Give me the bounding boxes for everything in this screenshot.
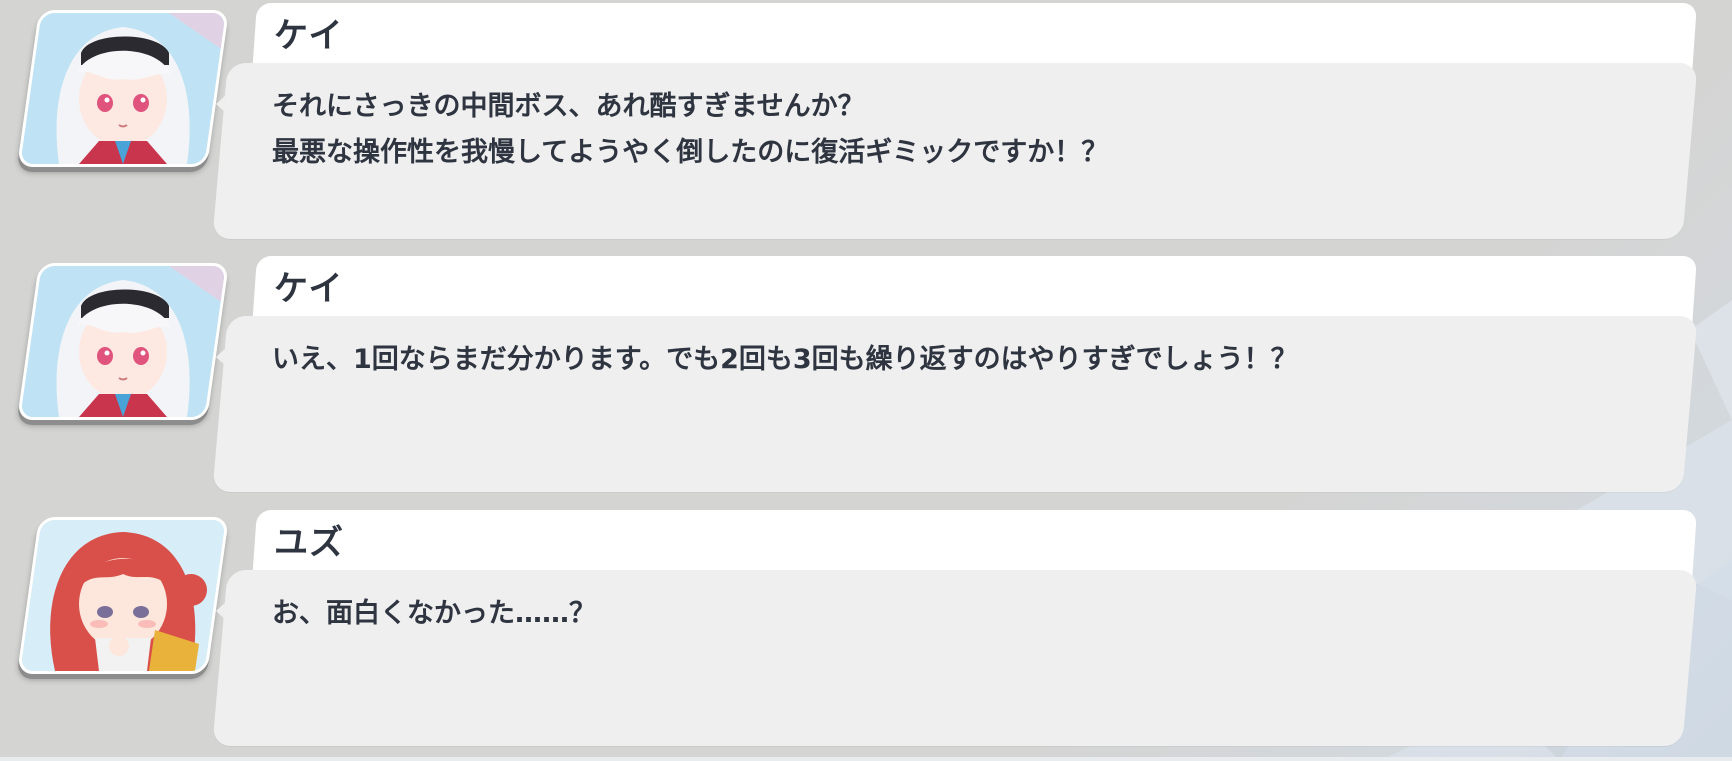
speaker-name: ケイ [274, 269, 344, 309]
speaker-name: ケイ [274, 16, 344, 56]
chat-message[interactable]: ユズ お、面白くなかった……？ [0, 507, 1732, 755]
message-line: それにさっきの中間ボス、あれ酷すぎませんか？ [272, 91, 865, 122]
message-line: いえ、1回ならまだ分かります。でも2回も3回も繰り返すのはやりすぎでしょう！？ [272, 344, 1298, 375]
message-text: お、面白くなかった……？ [272, 591, 1652, 637]
kei-portrait-icon [19, 13, 227, 164]
yuzu-portrait-icon [19, 520, 227, 671]
log-bottom-edge [0, 757, 1732, 761]
message-line: 最悪な操作性を我慢してようやく倒したのに復活ギミックですか！？ [272, 137, 1109, 168]
message-line: お、面白くなかった……？ [272, 598, 596, 629]
yuzu-avatar[interactable] [16, 517, 230, 674]
chat-message[interactable]: ケイ いえ、1回ならまだ分かります。でも2回も3回も繰り返すのはやりすぎでしょう… [0, 253, 1732, 501]
message-log: ケイ それにさっきの中間ボス、あれ酷すぎませんか？ 最悪な操作性を我慢してようや… [0, 0, 1732, 761]
kei-avatar[interactable] [16, 263, 230, 420]
kei-portrait-icon [19, 266, 227, 417]
kei-avatar[interactable] [16, 10, 230, 167]
message-text: それにさっきの中間ボス、あれ酷すぎませんか？ 最悪な操作性を我慢してようやく倒し… [272, 84, 1652, 176]
message-text: いえ、1回ならまだ分かります。でも2回も3回も繰り返すのはやりすぎでしょう！？ [272, 337, 1652, 383]
speaker-name: ユズ [274, 523, 344, 563]
chat-message[interactable]: ケイ それにさっきの中間ボス、あれ酷すぎませんか？ 最悪な操作性を我慢してようや… [0, 0, 1732, 248]
